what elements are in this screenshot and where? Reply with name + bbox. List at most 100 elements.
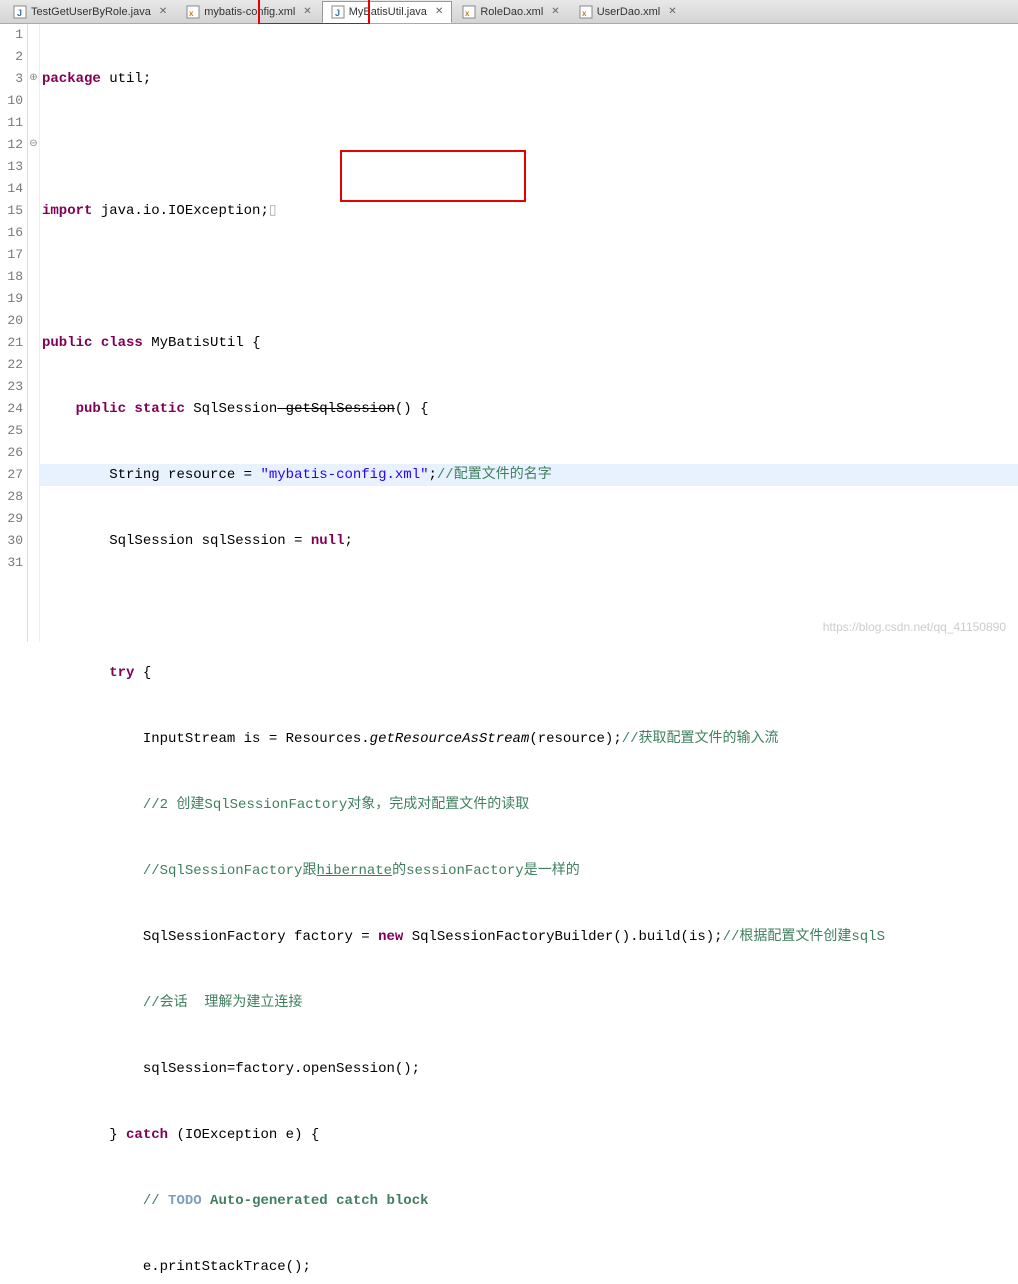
fold-marker[interactable] [28, 420, 39, 442]
fold-marker[interactable] [28, 486, 39, 508]
code-line: sqlSession=factory.openSession(); [40, 1058, 1018, 1080]
line-number: 12 [0, 134, 23, 156]
line-number: 27 [0, 464, 23, 486]
tab-label: mybatis-config.xml [204, 6, 295, 18]
code-line [40, 266, 1018, 288]
line-number: 23 [0, 376, 23, 398]
fold-column[interactable]: ⊕ ⊖ [28, 24, 40, 642]
fold-marker[interactable] [28, 288, 39, 310]
tab-mybatisutil[interactable]: J MyBatisUtil.java ✕ [322, 1, 453, 23]
code-editor[interactable]: package util; import java.io.IOException… [40, 24, 1018, 642]
svg-text:J: J [17, 8, 22, 18]
tab-label: RoleDao.xml [480, 6, 543, 18]
fold-marker[interactable] [28, 442, 39, 464]
fold-marker[interactable] [28, 90, 39, 112]
code-line: import java.io.IOException;▯ [40, 200, 1018, 222]
tab-label: UserDao.xml [597, 6, 661, 18]
java-icon: J [331, 5, 345, 19]
fold-marker[interactable] [28, 310, 39, 332]
tab-testgetuserbyrole[interactable]: J TestGetUserByRole.java ✕ [4, 1, 176, 23]
code-line: //会话 理解为建立连接 [40, 992, 1018, 1014]
fold-marker[interactable] [28, 24, 39, 46]
line-number: 31 [0, 552, 23, 574]
line-number: 26 [0, 442, 23, 464]
code-line: // TODO Auto-generated catch block [40, 1190, 1018, 1212]
svg-text:x: x [465, 9, 470, 18]
line-number: 2 [0, 46, 23, 68]
fold-marker[interactable] [28, 222, 39, 244]
fold-marker[interactable] [28, 112, 39, 134]
tab-label: MyBatisUtil.java [349, 6, 427, 18]
line-number: 3 [0, 68, 23, 90]
close-icon[interactable]: ✕ [551, 6, 559, 17]
code-line: public class MyBatisUtil { [40, 332, 1018, 354]
fold-marker[interactable] [28, 354, 39, 376]
fold-marker[interactable] [28, 332, 39, 354]
line-number-gutter[interactable]: 1 2 3 10 11 12 13 14 15 16 17 18 19 20 2… [0, 24, 28, 642]
tab-roledao[interactable]: x RoleDao.xml ✕ [453, 1, 568, 23]
line-number: 1 [0, 24, 23, 46]
fold-marker[interactable] [28, 552, 39, 574]
fold-marker[interactable] [28, 508, 39, 530]
line-number: 29 [0, 508, 23, 530]
code-line [40, 596, 1018, 618]
code-line [40, 134, 1018, 156]
close-icon[interactable]: ✕ [159, 6, 167, 17]
fold-marker[interactable] [28, 398, 39, 420]
code-line: try { [40, 662, 1018, 684]
fold-marker[interactable] [28, 244, 39, 266]
code-line: InputStream is = Resources.getResourceAs… [40, 728, 1018, 750]
line-number: 20 [0, 310, 23, 332]
java-icon: J [13, 5, 27, 19]
line-number: 17 [0, 244, 23, 266]
fold-marker[interactable] [28, 178, 39, 200]
fold-marker[interactable]: ⊕ [28, 68, 39, 90]
tab-bar: J TestGetUserByRole.java ✕ x mybatis-con… [0, 0, 1018, 24]
fold-marker[interactable] [28, 530, 39, 552]
line-number: 28 [0, 486, 23, 508]
highlight-box-string [340, 150, 526, 202]
svg-text:x: x [582, 9, 587, 18]
xml-icon: x [462, 5, 476, 19]
line-number: 10 [0, 90, 23, 112]
line-number: 19 [0, 288, 23, 310]
line-number: 30 [0, 530, 23, 552]
line-number: 14 [0, 178, 23, 200]
watermark: https://blog.csdn.net/qq_41150890 [823, 620, 1006, 634]
tab-userdao[interactable]: x UserDao.xml ✕ [570, 1, 686, 23]
fold-marker[interactable] [28, 464, 39, 486]
fold-marker[interactable] [28, 376, 39, 398]
code-line: e.printStackTrace(); [40, 1256, 1018, 1278]
code-line: //2 创建SqlSessionFactory对象，完成对配置文件的读取 [40, 794, 1018, 816]
xml-icon: x [186, 5, 200, 19]
line-number: 24 [0, 398, 23, 420]
close-icon[interactable]: ✕ [435, 6, 443, 17]
svg-text:J: J [335, 8, 340, 18]
line-number: 18 [0, 266, 23, 288]
fold-marker[interactable] [28, 200, 39, 222]
line-number: 13 [0, 156, 23, 178]
fold-marker[interactable] [28, 46, 39, 68]
editor-area: 1 2 3 10 11 12 13 14 15 16 17 18 19 20 2… [0, 24, 1018, 642]
line-number: 16 [0, 222, 23, 244]
code-line: //SqlSessionFactory跟hibernate的sessionFac… [40, 860, 1018, 882]
code-line: String resource = "mybatis-config.xml";/… [40, 464, 1018, 486]
fold-marker[interactable] [28, 156, 39, 178]
close-icon[interactable]: ✕ [668, 6, 676, 17]
line-number: 11 [0, 112, 23, 134]
code-line: public static SqlSession getSqlSession()… [40, 398, 1018, 420]
fold-marker[interactable]: ⊖ [28, 134, 39, 156]
fold-marker[interactable] [28, 266, 39, 288]
tab-mybatisconfig[interactable]: x mybatis-config.xml ✕ [177, 1, 320, 23]
code-line: package util; [40, 68, 1018, 90]
line-number: 15 [0, 200, 23, 222]
close-icon[interactable]: ✕ [303, 6, 311, 17]
svg-text:x: x [189, 9, 194, 18]
code-line: SqlSession sqlSession = null; [40, 530, 1018, 552]
line-number: 21 [0, 332, 23, 354]
tab-label: TestGetUserByRole.java [31, 6, 151, 18]
line-number: 25 [0, 420, 23, 442]
code-line: } catch (IOException e) { [40, 1124, 1018, 1146]
line-number: 22 [0, 354, 23, 376]
code-line: SqlSessionFactory factory = new SqlSessi… [40, 926, 1018, 948]
